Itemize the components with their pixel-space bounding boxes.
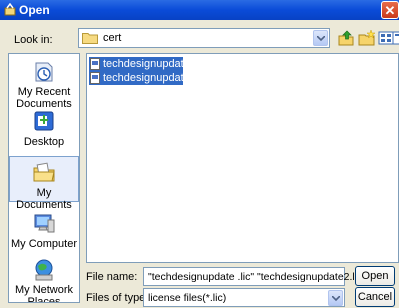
place-label: My Recent Documents [16,86,72,110]
recent-documents-icon [35,62,53,82]
files-of-type-select[interactable]: license files(*.lic) [143,288,345,307]
chevron-down-icon [332,296,340,302]
toolbar-overflow[interactable] [392,28,399,48]
place-my-documents[interactable]: My Documents [9,156,79,211]
new-folder-icon [358,29,376,46]
files-of-type-dropdown-button[interactable] [328,290,343,306]
look-in-dropdown-button[interactable] [313,30,328,46]
place-my-network-places[interactable]: My Network Places [9,258,79,302]
open-dialog-icon [4,3,16,16]
title-bar: Open ✕ [0,0,399,20]
up-folder-icon [338,30,354,46]
place-label: My Network Places [14,284,74,303]
license-file-icon [90,72,100,84]
files-of-type-value: license files(*.lic) [148,292,227,304]
file-name: techdesignupdate1.lic [103,58,210,70]
file-name: techdesignupdate2.lic [103,72,210,84]
files-of-type-label: Files of type: [86,292,149,304]
cancel-button[interactable]: Cancel [355,287,395,307]
folder-icon [82,33,98,44]
up-one-level-button[interactable] [336,28,356,48]
file-name-value: "techdesignupdate .lic" "techdesignupdat… [148,271,367,283]
place-label: My Computer [10,238,78,250]
place-label: My Documents [16,187,72,211]
file-name-label: File name: [86,271,138,283]
desktop-icon [34,111,54,131]
look-in-label: Look in: [14,34,53,46]
license-file-icon [90,58,100,70]
network-places-icon [35,259,53,281]
place-my-recent-documents[interactable]: My Recent Documents [9,60,79,110]
file-name-input[interactable]: "techdesignupdate .lic" "techdesignupdat… [143,267,366,286]
list-item[interactable]: techdesignupdate1.lic [89,57,209,71]
place-desktop[interactable]: Desktop [9,110,79,150]
look-in-value: cert [103,32,122,44]
window-title: Open [19,3,50,17]
new-folder-button[interactable] [357,28,377,48]
look-in-combobox[interactable]: cert [78,28,330,48]
my-documents-icon [33,162,55,182]
place-label: Desktop [23,136,65,148]
places-bar: My Recent Documents Desktop My Documents… [8,53,80,303]
list-item[interactable]: techdesignupdate2.lic [89,71,209,85]
file-list[interactable]: techdesignupdate1.lic techdesignupdate2.… [86,53,399,263]
place-my-computer[interactable]: My Computer [9,212,79,252]
open-button[interactable]: Open [355,266,395,286]
close-button[interactable]: ✕ [381,1,399,19]
view-icon-partial [392,31,399,45]
my-computer-icon [34,214,55,233]
chevron-down-icon [317,36,325,42]
